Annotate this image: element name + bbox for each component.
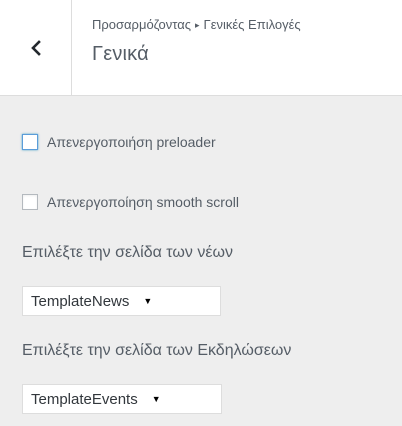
events-page-label: Επιλέξτε την σελίδα των Εκδηλώσεων: [22, 342, 292, 359]
breadcrumb-section: Γενικές Επιλογές: [203, 17, 301, 32]
news-page-select[interactable]: TemplateNews ▼: [22, 286, 221, 316]
disable-smooth-scroll-checkbox[interactable]: [22, 194, 38, 210]
dropdown-arrow-icon: ▼: [151, 394, 161, 404]
events-page-select[interactable]: TemplateEvents ▼: [22, 384, 222, 414]
back-button[interactable]: [0, 0, 72, 95]
disable-preloader-label[interactable]: Απενεργοποιήση preloader: [47, 134, 216, 150]
news-page-selected-value: TemplateNews: [31, 292, 130, 310]
customizer-header: Προσαρμόζοντας ▸ Γενικές Επιλογές Γενικά: [0, 0, 402, 96]
disable-preloader-option[interactable]: Απενεργοποιήση preloader: [22, 134, 216, 150]
disable-smooth-scroll-label[interactable]: Απενεργοποίηση smooth scroll: [47, 194, 239, 210]
disable-preloader-checkbox[interactable]: [22, 134, 38, 150]
breadcrumb: Προσαρμόζοντας ▸ Γενικές Επιλογές: [92, 17, 301, 32]
chevron-left-icon: [30, 39, 42, 56]
events-page-selected-value: TemplateEvents: [31, 390, 138, 408]
disable-smooth-scroll-option[interactable]: Απενεργοποίηση smooth scroll: [22, 194, 239, 210]
news-page-label: Επιλέξτε την σελίδα των νέων: [22, 244, 233, 261]
breadcrumb-root: Προσαρμόζοντας: [92, 17, 191, 32]
panel-title: Γενικά: [92, 43, 149, 65]
breadcrumb-separator: ▸: [195, 20, 200, 30]
dropdown-arrow-icon: ▼: [143, 296, 153, 306]
